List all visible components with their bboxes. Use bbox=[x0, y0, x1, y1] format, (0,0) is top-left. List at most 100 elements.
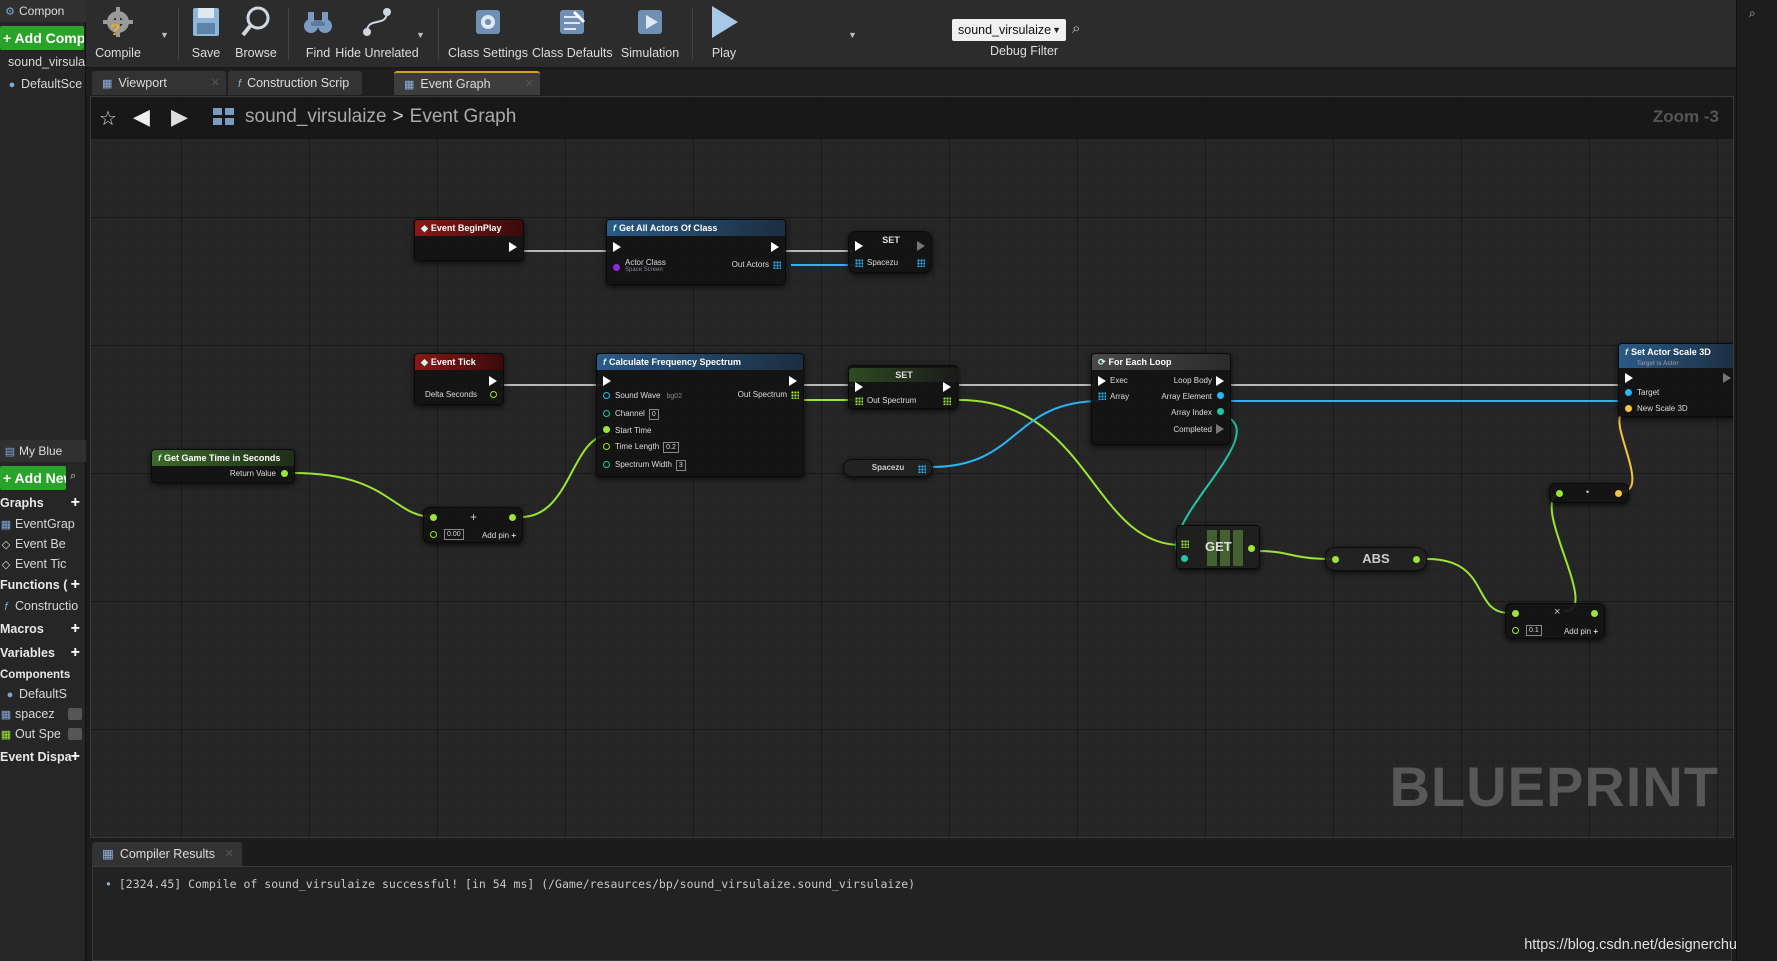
close-icon[interactable]: ✕ bbox=[211, 71, 220, 95]
add-component-button[interactable]: + Add Compo bbox=[0, 26, 84, 50]
close-icon[interactable]: ✕ bbox=[225, 842, 234, 866]
exec-out-pin[interactable] bbox=[771, 242, 779, 252]
float-in-pin[interactable] bbox=[1556, 490, 1563, 497]
section-variables[interactable]: Variables + bbox=[0, 642, 84, 664]
add-new-button[interactable]: + Add New bbox=[0, 466, 66, 490]
node-set-actor-scale-3d[interactable]: f Set Actor Scale 3D Target is Actor Targe… bbox=[1618, 343, 1733, 417]
float-out-pin[interactable] bbox=[1591, 610, 1598, 617]
exec-out-pin[interactable] bbox=[943, 382, 951, 392]
float-in-pin-b[interactable] bbox=[430, 531, 437, 538]
add-pin-button[interactable]: Add pin + bbox=[1564, 627, 1598, 636]
spectrum-width-pin[interactable] bbox=[603, 461, 610, 468]
node-multiply-float[interactable]: × 0.1 Add pin + bbox=[1505, 603, 1605, 639]
add-dispatcher-icon[interactable]: + bbox=[71, 746, 80, 768]
components-panel-title[interactable]: ⚙ Compon bbox=[0, 0, 86, 22]
float-out-pin[interactable] bbox=[1413, 556, 1420, 563]
details-icon[interactable]: ⌕ bbox=[1749, 6, 1756, 21]
add-variable-icon[interactable]: + bbox=[71, 642, 80, 664]
array-out-pin[interactable] bbox=[917, 259, 925, 267]
index-in-pin[interactable] bbox=[1181, 555, 1188, 562]
array-out-pin[interactable] bbox=[773, 261, 781, 269]
float-in-pin-a[interactable] bbox=[1512, 610, 1519, 617]
exec-out-pin[interactable] bbox=[509, 242, 517, 252]
play-options-caret[interactable]: ▼ bbox=[848, 30, 857, 40]
add-pin-button[interactable]: Add pin + bbox=[482, 531, 516, 540]
float-in-pin-a[interactable] bbox=[430, 514, 437, 521]
time-length-pin[interactable] bbox=[603, 443, 610, 450]
component-item-root[interactable]: sound_virsula bbox=[0, 52, 86, 72]
node-make-vector[interactable]: • bbox=[1549, 483, 1629, 503]
array-index-pin[interactable] bbox=[1217, 408, 1224, 415]
exec-in-pin[interactable] bbox=[603, 376, 611, 386]
exec-in-pin[interactable] bbox=[1098, 376, 1106, 386]
node-for-each-loop[interactable]: ⟳ For Each Loop Exec Loop Body Array Arra… bbox=[1091, 353, 1231, 445]
node-abs[interactable]: ABS bbox=[1325, 547, 1427, 571]
hide-unrelated-caret[interactable]: ▼ bbox=[416, 30, 425, 40]
save-button[interactable]: Save bbox=[186, 4, 226, 64]
float-out-pin[interactable] bbox=[509, 514, 516, 521]
play-button[interactable]: Play bbox=[700, 4, 748, 64]
add-macro-icon[interactable]: + bbox=[71, 618, 80, 640]
section-functions[interactable]: Functions (+ bbox=[0, 574, 84, 596]
graph-item-event-graph[interactable]: ▦ EventGrap bbox=[0, 514, 86, 534]
float-array-in-pin[interactable] bbox=[1181, 540, 1189, 548]
add-graph-icon[interactable]: + bbox=[71, 492, 80, 514]
exec-out-pin[interactable] bbox=[917, 241, 925, 251]
float-array-out-pin[interactable] bbox=[791, 391, 799, 399]
component-var-spacez[interactable]: ▦ spacez bbox=[0, 704, 86, 724]
start-time-pin[interactable] bbox=[603, 426, 610, 433]
class-settings-button[interactable]: Class Settings bbox=[446, 4, 530, 64]
section-macros[interactable]: Macros + bbox=[0, 618, 84, 640]
tab-construction-script[interactable]: f Construction Scrip bbox=[228, 71, 362, 95]
array-out-pin[interactable] bbox=[918, 465, 926, 473]
new-scale-pin[interactable] bbox=[1625, 405, 1632, 412]
component-var-default[interactable]: ● DefaultS bbox=[0, 684, 86, 704]
debug-filter-select[interactable]: sound_virsulaize ▼ bbox=[952, 19, 1066, 41]
event-graph-canvas[interactable]: ☆ ◀ ▶ sound_virsulaize > Event Graph Zoom … bbox=[90, 96, 1734, 838]
class-pin[interactable] bbox=[613, 264, 620, 271]
loop-body-pin[interactable] bbox=[1216, 376, 1224, 386]
target-pin[interactable] bbox=[1625, 389, 1632, 396]
add-function-icon[interactable]: + bbox=[71, 574, 80, 596]
float-out-pin[interactable] bbox=[1248, 545, 1255, 552]
exec-in-pin[interactable] bbox=[855, 382, 863, 392]
tab-viewport[interactable]: ▦ Viewport ✕ bbox=[92, 71, 226, 95]
section-graphs[interactable]: Graphs + bbox=[0, 492, 84, 514]
completed-pin[interactable] bbox=[1216, 424, 1224, 434]
sound-wave-pin[interactable] bbox=[603, 392, 610, 399]
node-add-float[interactable]: + 0.00 Add pin + bbox=[423, 507, 523, 543]
exec-in-pin[interactable] bbox=[855, 241, 863, 251]
tab-event-graph[interactable]: ▦ Event Graph ✕ bbox=[394, 71, 540, 95]
float-out-pin[interactable] bbox=[281, 470, 288, 477]
compile-button[interactable]: ? Compile bbox=[92, 4, 144, 64]
component-var-out-spectrum[interactable]: ▦ Out Spe bbox=[0, 724, 86, 744]
component-item-default-scene[interactable]: ● DefaultSce bbox=[0, 74, 86, 94]
node-event-beginplay[interactable]: ◆ Event BeginPlay bbox=[414, 219, 524, 261]
function-item-construction[interactable]: f Constructio bbox=[0, 596, 86, 616]
search-icon[interactable]: ⌕ bbox=[70, 470, 82, 484]
graph-item-event-tick[interactable]: ◇ Event Tic bbox=[0, 554, 86, 574]
node-get-array-item[interactable]: GET bbox=[1176, 525, 1260, 569]
array-in-pin[interactable] bbox=[1098, 392, 1106, 400]
exec-out-pin[interactable] bbox=[789, 376, 797, 386]
class-defaults-button[interactable]: Class Defaults bbox=[532, 4, 613, 64]
float-out-pin[interactable] bbox=[490, 391, 497, 398]
array-element-pin[interactable] bbox=[1217, 392, 1224, 399]
visibility-toggle[interactable] bbox=[68, 708, 82, 720]
exec-in-pin[interactable] bbox=[1625, 373, 1633, 383]
section-components[interactable]: Components bbox=[0, 664, 84, 686]
float-in-pin[interactable] bbox=[1332, 556, 1339, 563]
node-get-game-time[interactable]: f Get Game Time in Seconds Return Value bbox=[151, 449, 295, 483]
exec-out-pin[interactable] bbox=[489, 376, 497, 386]
node-set-out-spectrum[interactable]: SET Out Spectrum bbox=[848, 365, 959, 409]
graph-item-event-begin[interactable]: ◇ Event Be bbox=[0, 534, 86, 554]
node-event-tick[interactable]: ◆ Event Tick Delta Seconds bbox=[414, 353, 504, 405]
node-spacezu-variable[interactable]: Spacezu bbox=[843, 459, 933, 477]
close-icon[interactable]: ✕ bbox=[525, 73, 534, 95]
my-blueprint-panel-title[interactable]: ▤ My Blue bbox=[0, 440, 86, 462]
node-get-all-actors[interactable]: f Get All Actors Of Class Actor Class Spac… bbox=[606, 219, 786, 285]
node-calculate-frequency-spectrum[interactable]: f Calculate Frequency Spectrum Sound Wave… bbox=[596, 353, 804, 477]
visibility-toggle[interactable] bbox=[68, 728, 82, 740]
hide-unrelated-button[interactable]: Hide Unrelated bbox=[330, 4, 424, 64]
browse-button[interactable]: Browse bbox=[232, 4, 280, 64]
